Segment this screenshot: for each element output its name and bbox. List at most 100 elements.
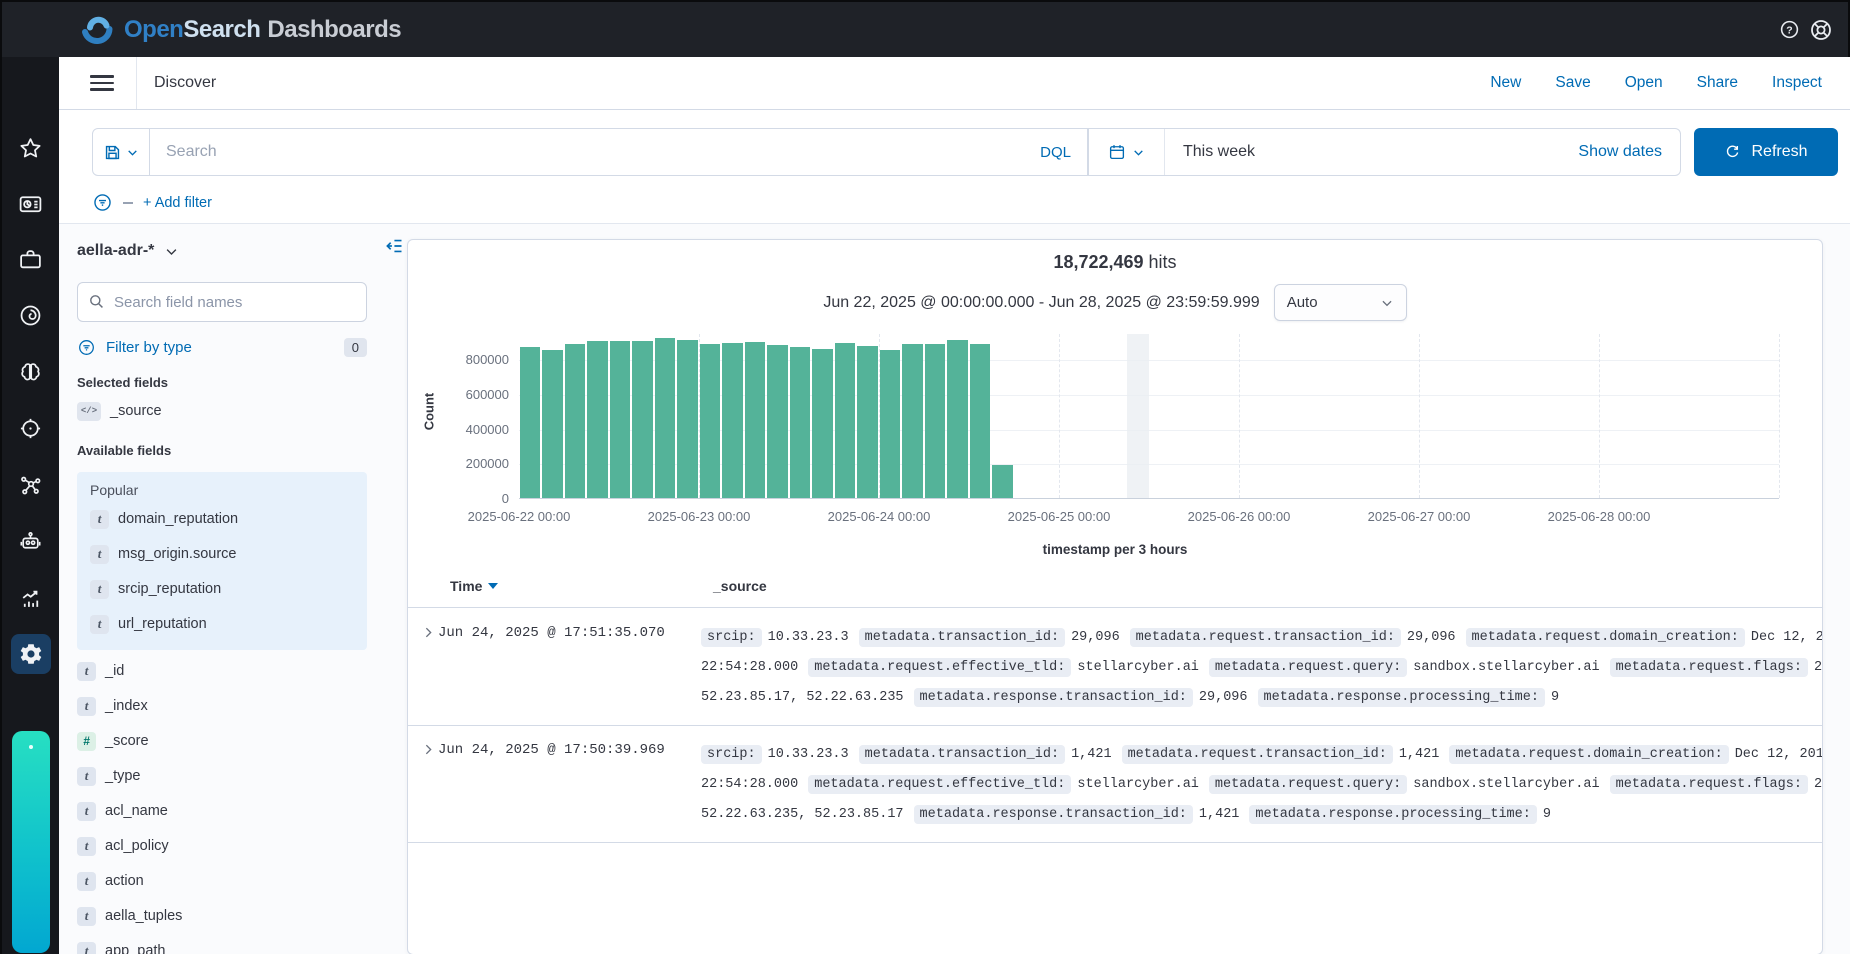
add-filter-button[interactable]: + Add filter [143, 195, 212, 211]
time-range-value[interactable]: This week [1165, 143, 1255, 161]
field-item-aella_tuples[interactable]: taella_tuples [77, 902, 367, 930]
expand-row-chevron-icon[interactable] [408, 623, 438, 713]
monitor-chart-icon[interactable] [11, 184, 51, 224]
histogram-bar[interactable] [655, 338, 676, 498]
chevron-down-icon [164, 244, 179, 259]
query-section: DQL This week Show dates Refresh + Add f… [59, 110, 1850, 224]
star-icon[interactable] [11, 128, 51, 168]
collapse-sidebar-icon[interactable] [384, 236, 404, 256]
index-pattern-name: aella-adr-* [77, 242, 154, 260]
network-graph-icon[interactable] [11, 465, 51, 505]
search-input[interactable] [150, 143, 1040, 161]
time-column-header[interactable]: Time [450, 578, 498, 594]
string-type-icon: t [77, 662, 96, 681]
histogram-bar[interactable] [745, 342, 766, 498]
histogram-bar[interactable] [632, 341, 653, 498]
histogram-bar[interactable] [857, 346, 878, 498]
source-field-value: 256 [1808, 777, 1823, 792]
row-timestamp: Jun 24, 2025 @ 17:50:39.969 [438, 740, 701, 830]
histogram-bar[interactable] [677, 340, 698, 498]
histogram-bar[interactable] [520, 347, 541, 498]
histogram-bar[interactable] [812, 349, 833, 498]
sort-desc-icon [488, 583, 498, 589]
source-field-value: 29,096 [1193, 690, 1258, 705]
histogram-bar[interactable] [790, 347, 811, 498]
source-field-value: sandbox.stellarcyber.ai [1407, 777, 1609, 792]
interval-select[interactable]: Auto [1274, 284, 1407, 321]
source-field-value: 1,421 [1393, 747, 1450, 762]
menu-open-button[interactable]: Open [1625, 74, 1663, 92]
filter-type-count-badge: 0 [344, 338, 367, 357]
calendar-button[interactable] [1089, 129, 1165, 175]
histogram-bar[interactable] [835, 343, 856, 498]
field-item-_id[interactable]: t_id [77, 657, 367, 685]
field-name: _score [105, 733, 149, 749]
index-pattern-selector[interactable]: aella-adr-* [77, 242, 367, 260]
histogram-bar[interactable] [542, 350, 563, 498]
opensearch-swirl-icon [80, 13, 114, 47]
help-icon[interactable]: ? [1776, 17, 1802, 43]
menu-new-button[interactable]: New [1490, 74, 1521, 92]
chevron-down-icon [126, 146, 139, 159]
menu-hamburger-icon[interactable] [90, 73, 114, 93]
chart-trend-icon[interactable] [11, 578, 51, 618]
histogram-bar[interactable] [880, 350, 901, 499]
account-lifering-icon[interactable] [1808, 17, 1834, 43]
histogram-chart: Count 0200000400000600000800000 2025-06-… [408, 326, 1822, 566]
source-field-value: 29,096 [1401, 630, 1466, 645]
field-item-_type[interactable]: t_type [77, 762, 367, 790]
refresh-icon [1724, 144, 1741, 161]
histogram-bar[interactable] [700, 344, 721, 498]
histogram-bar[interactable] [902, 344, 923, 498]
hits-count: 18,722,469 hits [408, 252, 1822, 273]
date-picker: This week Show dates [1088, 128, 1681, 176]
source-field-badge: metadata.request.query: [1209, 658, 1407, 677]
histogram-bar[interactable] [970, 344, 991, 498]
brand-pill[interactable] [12, 731, 50, 953]
menu-share-button[interactable]: Share [1697, 74, 1738, 92]
gear-icon[interactable] [11, 634, 51, 674]
source-field-badge: metadata.response.processing_time: [1258, 688, 1545, 707]
calendar-icon [1108, 143, 1126, 161]
field-item-acl_name[interactable]: tacl_name [77, 797, 367, 825]
histogram-bar[interactable] [722, 343, 743, 498]
gridline-v [1419, 334, 1420, 498]
field-item-app_path[interactable]: tapp_path [77, 937, 367, 954]
histogram-bar[interactable] [947, 340, 968, 498]
histogram-bar[interactable] [925, 344, 946, 498]
filter-by-type-button[interactable]: Filter by type 0 [77, 338, 367, 357]
opensearch-logo[interactable]: OpenSearchDashboards [80, 13, 401, 47]
field-item-_index[interactable]: t_index [77, 692, 367, 720]
robot-icon[interactable] [11, 521, 51, 561]
field-item-acl_policy[interactable]: tacl_policy [77, 832, 367, 860]
briefcase-icon[interactable] [11, 239, 51, 279]
field-item-_score[interactable]: #_score [77, 727, 367, 755]
histogram-bar[interactable] [565, 344, 586, 498]
field-search-input[interactable] [77, 282, 367, 322]
menu-inspect-button[interactable]: Inspect [1772, 74, 1822, 92]
histogram-bar[interactable] [610, 341, 631, 498]
saved-query-button[interactable] [92, 128, 150, 176]
dql-language-button[interactable]: DQL [1040, 144, 1087, 161]
radar-spiral-icon[interactable] [11, 295, 51, 335]
crosshair-icon[interactable] [11, 408, 51, 448]
field-item-source[interactable]: </> _source [77, 397, 367, 425]
field-item-srcip_reputation[interactable]: tsrcip_reputation [90, 575, 354, 603]
histogram-bar[interactable] [992, 465, 1013, 498]
histogram-bar[interactable] [587, 341, 608, 498]
menu-save-button[interactable]: Save [1555, 74, 1590, 92]
field-item-domain_reputation[interactable]: tdomain_reputation [90, 505, 354, 533]
histogram-bar[interactable] [767, 345, 788, 498]
refresh-button[interactable]: Refresh [1694, 128, 1838, 176]
source-field-value: 29,096 [1065, 630, 1130, 645]
y-tick-label: 600000 [433, 387, 509, 402]
brain-icon[interactable] [11, 352, 51, 392]
field-item-msg_origin.source[interactable]: tmsg_origin.source [90, 540, 354, 568]
field-item-url_reputation[interactable]: turl_reputation [90, 610, 354, 638]
x-tick-label: 2025-06-23 00:00 [629, 509, 769, 524]
filter-circle-icon[interactable] [92, 192, 113, 213]
y-tick-label: 0 [433, 491, 509, 506]
show-dates-button[interactable]: Show dates [1578, 143, 1680, 161]
field-item-action[interactable]: taction [77, 867, 367, 895]
expand-row-chevron-icon[interactable] [408, 740, 438, 830]
